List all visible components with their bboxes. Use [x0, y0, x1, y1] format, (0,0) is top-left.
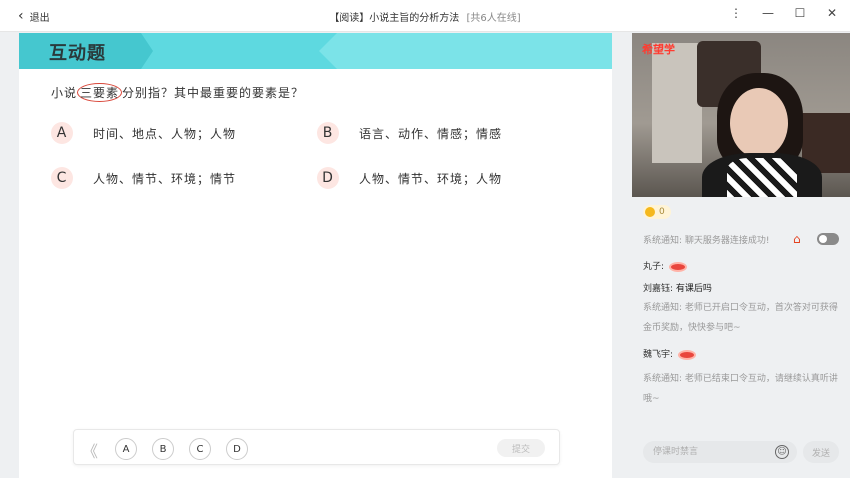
answer-choice-a[interactable]: A [115, 438, 137, 460]
coin-icon [645, 207, 655, 217]
chat-user-name: 刘嘉钰: [643, 284, 674, 294]
video-door [652, 43, 702, 163]
option-letter: B [317, 122, 339, 144]
option-text: 时间、地点、人物；人物 [93, 126, 237, 141]
option-text: 人物、情节、环境；人物 [359, 171, 503, 186]
chat-input[interactable] [643, 441, 797, 463]
minimize-icon[interactable]: — [760, 6, 776, 20]
online-count: [共6人在线] [466, 13, 521, 24]
option-c[interactable]: C 人物、情节、环境；情节 [51, 167, 236, 189]
answer-choice-c[interactable]: C [189, 438, 211, 460]
option-letter: A [51, 122, 73, 144]
close-icon[interactable]: ✕ [824, 6, 840, 20]
option-b[interactable]: B 语言、动作、情感；情感 [317, 122, 502, 144]
chat-system-message: 系统通知: 老师已开启口令互动，首次答对可获得金币奖励，快快参与吧~ [643, 303, 838, 333]
chat-input-row: ☺ 发送 [643, 441, 843, 463]
sidebar: 希望学 0 ⌂ 系统通知: 聊天服务器连接成功! 丸子: 刘嘉钰: 有课后吗 系… [623, 33, 850, 478]
emoji-icon[interactable]: ☺ [775, 445, 789, 459]
option-a[interactable]: A 时间、地点、人物；人物 [51, 122, 236, 144]
chat-user-name: 丸子: [643, 262, 665, 272]
option-d[interactable]: D 人物、情节、环境；人物 [317, 167, 502, 189]
send-button[interactable]: 发送 [803, 441, 839, 463]
submit-button[interactable]: 提交 [497, 439, 545, 457]
lips-emoji-icon [677, 349, 696, 360]
highlighted-term: 三要素 [77, 83, 123, 102]
teacher-face [730, 88, 788, 158]
coin-count: 0 [659, 207, 665, 217]
question-prefix: 小说 [51, 86, 78, 100]
coin-badge: 0 [643, 205, 671, 219]
option-letter: D [317, 167, 339, 189]
teacher-video: 希望学 [632, 33, 850, 197]
chat-message: 魏飞宇: [643, 347, 843, 364]
collapse-icon[interactable]: 《 [82, 438, 98, 462]
banner-band [319, 33, 612, 69]
window-controls: ⋮ — ☐ ✕ [728, 6, 840, 20]
chat-log: 系统通知: 聊天服务器连接成功! 丸子: 刘嘉钰: 有课后吗 系统通知: 老师已… [643, 233, 843, 409]
option-text: 语言、动作、情感；情感 [359, 126, 503, 141]
question-text: 小说 三要素 分别指？其中最重要的要素是？ [51, 83, 305, 102]
teacher-collar [727, 158, 797, 197]
brand-logo: 希望学 [642, 43, 675, 56]
banner-title: 互动题 [49, 43, 106, 64]
banner-tag-tip [141, 33, 153, 69]
answer-choice-b[interactable]: B [152, 438, 174, 460]
chat-message: 刘嘉钰: 有课后吗 [643, 281, 843, 298]
option-letter: C [51, 167, 73, 189]
interactive-question-panel: 互动题 小说 三要素 分别指？其中最重要的要素是？ A 时间、地点、人物；人物 B … [19, 33, 612, 478]
lips-emoji-icon [668, 261, 687, 272]
maximize-icon[interactable]: ☐ [792, 6, 808, 20]
chat-message: 丸子: [643, 259, 843, 276]
chat-user-name: 魏飞宇: [643, 350, 674, 360]
chat-system-message: 系统通知: 聊天服务器连接成功! [643, 236, 770, 246]
option-text: 人物、情节、环境；情节 [93, 171, 237, 186]
chat-system-message: 系统通知: 老师已结束口令互动，请继续认真听讲哦~ [643, 374, 838, 404]
question-banner: 互动题 [19, 33, 612, 69]
course-title: 【阅读】小说主旨的分析方法 [329, 13, 460, 24]
question-suffix: 分别指？其中最重要的要素是？ [122, 86, 305, 100]
window-title: 【阅读】小说主旨的分析方法 [共6人在线] [0, 9, 850, 24]
title-bar: ‹ 退出 【阅读】小说主旨的分析方法 [共6人在线] ⋮ — ☐ ✕ [0, 0, 850, 32]
answer-choice-d[interactable]: D [226, 438, 248, 460]
chat-message-text: 有课后吗 [675, 284, 712, 294]
more-menu-icon[interactable]: ⋮ [728, 6, 744, 20]
answer-bar: 《 A B C D 提交 [73, 429, 560, 465]
